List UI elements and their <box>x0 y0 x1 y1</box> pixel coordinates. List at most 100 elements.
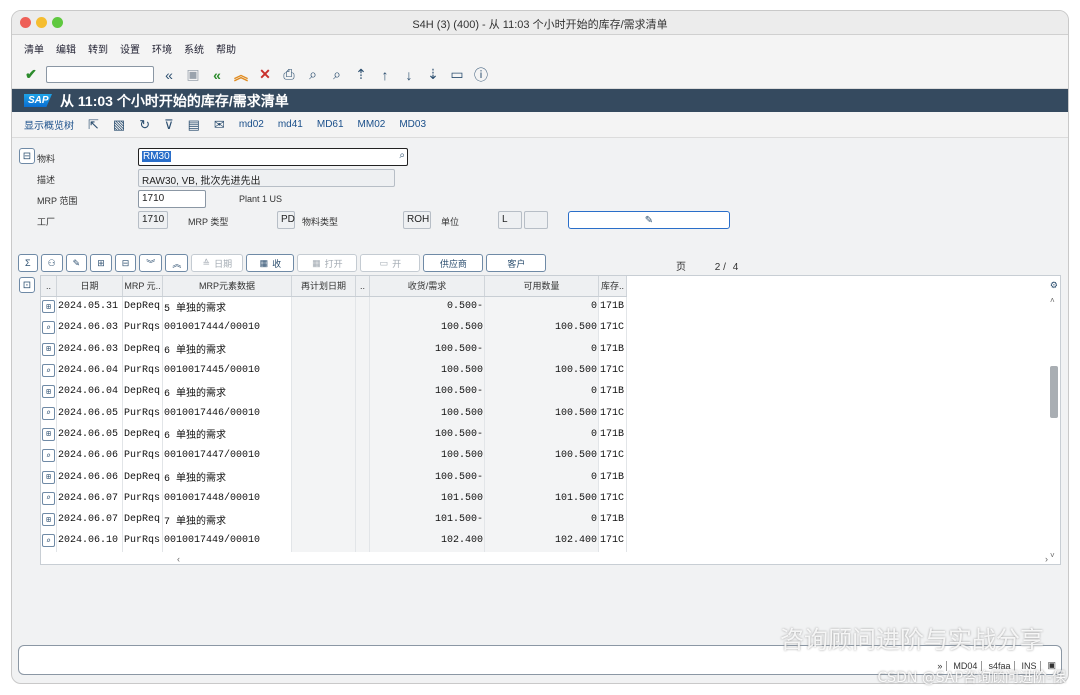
table-row[interactable]: ⌕ 2024.06.07 PurRqs 0010017448/00010 101.500… <box>41 487 627 509</box>
link-md03[interactable]: MD03 <box>399 119 426 130</box>
back-icon[interactable]: « <box>208 66 226 84</box>
requirement-icon[interactable]: ⊞ <box>42 427 55 441</box>
col-select[interactable]: .. <box>41 276 57 297</box>
scroll-right-icon[interactable]: › <box>1045 554 1048 564</box>
col-exception[interactable]: .. <box>355 276 370 297</box>
settings-icon[interactable]: ⚙ <box>1050 280 1058 291</box>
scroll-up-button[interactable]: ︽ <box>165 254 189 272</box>
table-row[interactable]: ⊞ 2024.06.07 DepReq 7 单独的需求 101.500- 0 171B <box>41 508 627 531</box>
find-icon[interactable]: ⌕ <box>304 66 322 84</box>
table-row[interactable]: ⌕ 2024.06.04 PurRqs 0010017445/00010 100.500… <box>41 359 627 382</box>
table-row[interactable]: ⊞ 2024.06.04 DepReq 6 单独的需求 100.500- 0 171B <box>41 381 627 403</box>
expand-button[interactable]: ⊞ <box>90 254 112 272</box>
scrollbar-thumb[interactable] <box>1050 366 1058 418</box>
edit-material-button[interactable]: ✎ <box>568 211 730 229</box>
link-md02[interactable]: md02 <box>239 119 264 130</box>
table-row[interactable]: ⊞ 2024.06.05 DepReq 6 单独的需求 100.500- 0 171B <box>41 423 627 446</box>
empty-cell <box>291 445 356 467</box>
col-storage[interactable]: 库存.. <box>598 276 627 297</box>
link-mm02[interactable]: MM02 <box>358 119 386 130</box>
sum-button[interactable]: Σ <box>18 254 38 272</box>
col-reschedule-date[interactable]: 再计划日期 <box>291 276 356 297</box>
menu-list[interactable]: 清单 <box>24 41 44 56</box>
purchase-req-icon[interactable]: ⌕ <box>42 534 55 548</box>
table-row[interactable]: ⊞ 2024.05.31 DepReq 5 单独的需求 0.500- 0 171B <box>41 296 627 318</box>
mrp-area-field[interactable]: 1710 <box>138 190 206 208</box>
last-page-icon[interactable]: ⇣ <box>424 66 442 84</box>
scroll-down-icon[interactable]: ˅ <box>1050 551 1055 560</box>
cell-elem: PurRqs <box>122 359 163 382</box>
table-row[interactable]: ⌕ 2024.06.10 PurRqs 0010017449/00010 102.400… <box>41 530 627 552</box>
show-overview-tree-button[interactable]: 显示概览树 <box>24 117 74 132</box>
next-page-icon[interactable]: ↓ <box>400 66 418 84</box>
table-row[interactable]: ⌕ 2024.06.03 PurRqs 0010017444/00010 100.500… <box>41 317 627 339</box>
col-mrp-element-data[interactable]: MRP元素数据 <box>162 276 292 297</box>
requirement-icon[interactable]: ⊞ <box>42 385 55 399</box>
requirement-icon[interactable]: ⊞ <box>42 470 55 484</box>
picture-icon[interactable]: ▧ <box>113 117 125 133</box>
cancel-icon[interactable]: ✕ <box>256 66 274 84</box>
menu-system[interactable]: 系统 <box>184 41 204 56</box>
menu-settings[interactable]: 设置 <box>120 41 140 56</box>
requirement-icon[interactable]: ⊞ <box>42 513 55 527</box>
requirement-icon[interactable]: ⊞ <box>42 342 55 356</box>
material-field[interactable]: RM30 ⌕ <box>138 148 408 166</box>
first-page-icon[interactable]: ⇡ <box>352 66 370 84</box>
export-icon[interactable]: ⇱ <box>88 117 99 133</box>
requirement-icon[interactable]: ⊞ <box>42 300 55 314</box>
col-available-qty[interactable]: 可用数量 <box>484 276 599 297</box>
scroll-left-icon[interactable]: ‹ <box>177 554 180 564</box>
purchase-req-icon[interactable]: ⌕ <box>42 364 55 378</box>
collapse-button[interactable]: ⊟ <box>114 254 137 272</box>
menu-help[interactable]: 帮助 <box>216 41 236 56</box>
table-row[interactable]: ⌕ 2024.06.05 PurRqs 0010017446/00010 100.500… <box>41 402 627 424</box>
cell-elem: DepReq <box>122 423 163 446</box>
link-md61[interactable]: MD61 <box>317 119 344 130</box>
menu-environment[interactable]: 环境 <box>152 41 172 56</box>
refresh-icon[interactable]: ↻ <box>139 117 150 133</box>
exit-icon[interactable]: ︽ <box>232 66 250 84</box>
customer-button[interactable]: 客户 <box>486 254 547 272</box>
menu-edit[interactable]: 编辑 <box>56 41 76 56</box>
open2-button[interactable]: ▭ 开 <box>360 254 421 272</box>
table-row[interactable]: ⊞ 2024.06.06 DepReq 6 单独的需求 100.500- 0 171B <box>41 466 627 488</box>
value-help-icon[interactable]: ⌕ <box>399 150 405 161</box>
help-icon[interactable]: ⓘ <box>472 66 490 84</box>
scroll-up-icon[interactable]: ˄ <box>1050 296 1055 305</box>
empty-cell <box>355 445 370 467</box>
table-row[interactable]: ⊞ 2024.06.03 DepReq 6 单独的需求 100.500- 0 171B <box>41 338 627 360</box>
enter-check-icon[interactable]: ✔ <box>22 66 40 84</box>
col-receipt-req[interactable]: 收货/需求 <box>369 276 485 297</box>
vendor-button[interactable]: 供应商 <box>423 254 484 272</box>
menu-goto[interactable]: 转到 <box>88 41 108 56</box>
mail-icon[interactable]: ✉ <box>214 117 225 133</box>
details-button[interactable]: ⚇ <box>40 254 63 272</box>
open-button[interactable]: ▦ 打开 <box>297 254 358 272</box>
purchase-req-icon[interactable]: ⌕ <box>42 449 55 463</box>
scroll-down-button[interactable]: ︾ <box>139 254 163 272</box>
filter-icon[interactable]: ⊽ <box>164 117 174 133</box>
col-mrp-element[interactable]: MRP 元.. <box>122 276 163 297</box>
table-row[interactable]: ⌕ 2024.06.06 PurRqs 0010017447/00010 100.500… <box>41 445 627 467</box>
layout-icon[interactable]: ▤ <box>188 117 200 133</box>
command-field[interactable] <box>46 66 154 83</box>
toggle-layout-icon[interactable]: ⊡ <box>19 277 35 293</box>
col-date[interactable]: 日期 <box>56 276 123 297</box>
collapse-header-icon[interactable]: ⊟ <box>19 148 35 164</box>
find-next-icon[interactable]: ⌕ <box>328 66 346 84</box>
cell-data: 5 单独的需求 <box>162 296 292 318</box>
new-session-icon[interactable]: ▭ <box>448 66 466 84</box>
receipt-button[interactable]: ▦ 收 <box>246 254 295 272</box>
history-chevron-icon[interactable]: « <box>160 66 178 84</box>
purchase-req-icon[interactable]: ⌕ <box>42 321 55 335</box>
edit-button[interactable]: ✎ <box>65 254 88 272</box>
purchase-req-icon[interactable]: ⌕ <box>42 406 55 420</box>
save-icon[interactable]: ▣ <box>184 66 202 84</box>
link-md41[interactable]: md41 <box>278 119 303 130</box>
print-icon[interactable]: ⎙ <box>280 66 298 84</box>
vertical-scrollbar[interactable]: ˄ ˅ <box>1050 296 1058 560</box>
purchase-req-icon[interactable]: ⌕ <box>42 491 55 505</box>
previous-page-icon[interactable]: ↑ <box>376 66 394 84</box>
cell-stock: 171B <box>598 381 627 403</box>
date-button[interactable]: ≙ 日期 <box>191 254 244 272</box>
